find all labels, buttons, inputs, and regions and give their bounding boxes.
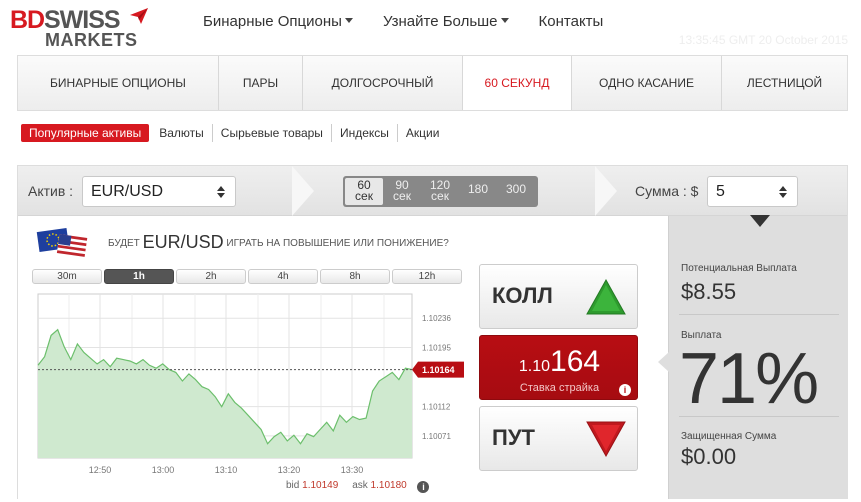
select-arrows-icon [779,186,787,198]
amount-select-value: 5 [716,183,725,200]
category-currencies[interactable]: Валюты [151,124,213,142]
bid-value: 1.10149 [302,480,339,491]
potential-payout-label: Потенциальная Выплата [681,263,797,274]
product-tabs: БИНАРНЫЕ ОПЦИОНЫ ПАРЫ ДОЛГОСРОЧНЫЙ 60 СЕ… [17,55,848,111]
divider [679,416,839,417]
chevron-down-icon [750,215,770,227]
range-1h[interactable]: 1h [104,269,174,284]
header: BD SWISS MARKETS Бинарные Опционы Узнайт… [0,0,861,55]
expiry-60[interactable]: 60 сек [345,178,383,205]
asset-label: Актив : [28,183,74,199]
asset-select[interactable]: EUR/USD [82,176,236,207]
amount-label: Сумма : $ [635,183,699,199]
x-tick-label: 13:00 [152,465,175,475]
chevron-down-icon [500,18,509,23]
chevron-right-icon [292,166,314,216]
expiry-selector: 60 сек 90 сек 120 сек 180 300 [343,176,538,207]
nav-contacts[interactable]: Контакты [539,13,604,30]
nav-binary-options[interactable]: Бинарные Опционы [203,13,353,30]
x-tick-label: 13:30 [341,465,364,475]
price-chart[interactable]: 12:50 13:00 13:10 13:20 13:30 1.10236 1.10195 1… [32,290,472,478]
tab-60-seconds[interactable]: 60 СЕКУНД [463,56,572,110]
tab-long-term[interactable]: ДОЛГОСРОЧНЫЙ [303,56,463,110]
strike-label: Ставка страйка [519,382,600,394]
strike-price-box: 1.10164 Ставка страйка i [479,335,638,400]
info-icon[interactable]: i [619,384,631,396]
asset-select-value: EUR/USD [91,183,164,200]
info-icon[interactable]: i [417,481,430,493]
y-tick-label: 1.10195 [422,343,451,352]
controls-bar: Актив : EUR/USD 60 сек 90 сек 120 сек 180 3… [18,166,847,216]
nav-learn-more[interactable]: Узнайте Больше [383,13,509,30]
payout-notch [658,352,669,372]
arrow-down-icon [586,421,626,457]
strike-price: 1.10164 [518,345,601,378]
category-indices[interactable]: Индексы [332,124,398,142]
range-12h[interactable]: 12h [392,269,462,284]
bid-ask-quote: bid 1.10149 ask 1.10180 i [286,480,430,493]
tab-binary-options[interactable]: БИНАРНЫЕ ОПЦИОНЫ [18,56,219,110]
protected-amount-value: $0.00 [681,444,737,469]
range-4h[interactable]: 4h [248,269,318,284]
logo[interactable]: BD SWISS MARKETS [10,6,150,50]
amount-select[interactable]: 5 [707,176,798,207]
x-tick-label: 12:50 [89,465,112,475]
eu-us-flag-icon [36,228,88,257]
category-stocks[interactable]: Акции [398,124,448,142]
put-label: ПУТ [492,425,535,450]
y-tick-label: 1.10112 [422,403,451,412]
current-price-label: 1.10164 [422,365,455,375]
protected-amount-label: Защищенная Сумма [681,431,777,442]
question-pair: EUR/USD [142,232,224,252]
call-label: КОЛЛ [492,283,553,308]
payout-percent: 71% [679,339,819,419]
category-popular[interactable]: Популярные активы [21,124,150,142]
call-button[interactable]: КОЛЛ [479,264,638,329]
expiry-180[interactable]: 180 [459,178,497,205]
payout-column: Потенциальная Выплата $8.55 Выплата 71% … [658,215,848,499]
trading-panel: Актив : EUR/USD 60 сек 90 сек 120 сек 180 3… [17,165,848,499]
expiry-300[interactable]: 300 [497,178,535,205]
paper-plane-icon [130,8,148,24]
put-button[interactable]: ПУТ [479,406,638,471]
potential-payout-value: $8.55 [681,279,737,304]
divider [679,314,839,315]
y-tick-label: 1.10236 [422,314,451,323]
trade-question: БУДЕТ EUR/USD ИГРАТЬ НА ПОВЫШЕНИЕ ИЛИ ПО… [108,232,449,252]
x-tick-label: 13:20 [278,465,301,475]
expiry-90[interactable]: 90 сек [383,178,421,205]
expiry-120[interactable]: 120 сек [421,178,459,205]
x-tick-label: 13:10 [215,465,238,475]
arrow-up-icon [586,279,626,315]
ask-value: 1.10180 [370,480,407,491]
server-clock: 13:35:45 GMT 20 October 2015 [678,33,848,47]
main-nav: Бинарные Опционы Узнайте Больше Контакты [203,13,633,30]
select-arrows-icon [217,186,225,198]
category-commodities[interactable]: Сырьевые товары [213,124,332,142]
chevron-right-icon [595,166,617,216]
logo-bd: BD [10,6,45,34]
tab-pairs[interactable]: ПАРЫ [219,56,303,110]
range-8h[interactable]: 8h [320,269,390,284]
range-30m[interactable]: 30m [32,269,102,284]
chevron-down-icon [344,18,353,23]
y-tick-label: 1.10071 [422,432,451,441]
tab-ladder[interactable]: ЛЕСТНИЦОЙ [722,56,847,110]
tab-one-touch[interactable]: ОДНО КАСАНИЕ [572,56,722,110]
asset-category-nav: Популярные активы Валюты Сырьевые товары… [21,124,447,142]
logo-markets: MARKETS [45,30,138,50]
range-selector: 30m 1h 2h 4h 8h 12h [32,269,464,284]
chart-area: БУДЕТ EUR/USD ИГРАТЬ НА ПОВЫШЕНИЕ ИЛИ ПО… [18,216,668,499]
range-2h[interactable]: 2h [176,269,246,284]
